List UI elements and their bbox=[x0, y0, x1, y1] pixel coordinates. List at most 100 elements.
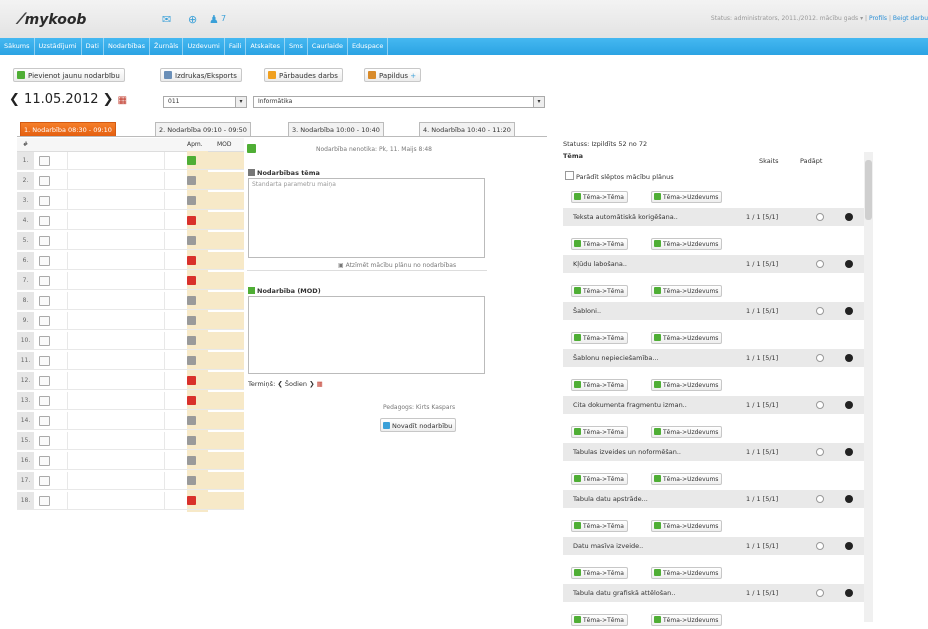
nav-item-uzstadijumi[interactable]: Uzstādījumi bbox=[35, 38, 82, 55]
attendance-icon[interactable] bbox=[187, 336, 196, 345]
mail-icon[interactable]: ✉ bbox=[162, 13, 171, 26]
attendance-icon[interactable] bbox=[187, 496, 196, 505]
edit-icon[interactable] bbox=[39, 396, 50, 406]
mod-cell[interactable] bbox=[207, 212, 244, 229]
subject-select[interactable]: Informātika ▾ bbox=[253, 96, 545, 108]
topic-to-task-button[interactable]: Tēma->Uzdevums bbox=[651, 191, 723, 203]
edit-icon[interactable] bbox=[39, 276, 50, 286]
edit-icon[interactable] bbox=[39, 316, 50, 326]
mod-cell[interactable] bbox=[207, 392, 244, 409]
edit-icon[interactable] bbox=[39, 216, 50, 226]
mod-cell[interactable] bbox=[207, 232, 244, 249]
attendance-icon[interactable] bbox=[187, 276, 196, 285]
remove-icon[interactable] bbox=[845, 213, 853, 221]
attendance-icon[interactable] bbox=[187, 456, 196, 465]
student-name-cell[interactable] bbox=[67, 392, 165, 409]
nav-item-sakums[interactable]: Sākums bbox=[0, 38, 35, 55]
topic-to-task-button[interactable]: Tēma->Uzdevums bbox=[651, 238, 723, 250]
topic-to-topic-button[interactable]: Tēma->Tēma bbox=[571, 191, 628, 203]
remove-icon[interactable] bbox=[845, 448, 853, 456]
next-icon[interactable]: ❯ bbox=[309, 380, 314, 388]
topic-name[interactable]: Teksta automātiskā korigēšana.. bbox=[573, 213, 678, 221]
topic-name[interactable]: Datu masīva izveide.. bbox=[573, 542, 643, 550]
student-name-cell[interactable] bbox=[67, 172, 165, 189]
nav-item-atskaites[interactable]: Atskaites bbox=[246, 38, 286, 55]
attendance-icon[interactable] bbox=[187, 476, 196, 485]
attendance-icon[interactable] bbox=[187, 236, 196, 245]
topic-name[interactable]: Tabula datu apstrāde... bbox=[573, 495, 648, 503]
extra-button[interactable]: Papildus + bbox=[364, 68, 422, 82]
edit-icon[interactable] bbox=[39, 296, 50, 306]
save-lesson-button[interactable]: Novadīt nodarbību bbox=[380, 418, 457, 432]
mod-cell[interactable] bbox=[207, 372, 244, 389]
tab-lesson-4[interactable]: 4. Nodarbība 10:40 - 11:20 bbox=[419, 122, 515, 136]
nav-item-faili[interactable]: Faili bbox=[225, 38, 247, 55]
student-name-cell[interactable] bbox=[67, 152, 165, 169]
class-select[interactable]: 011 ▾ bbox=[163, 96, 247, 108]
status-text[interactable]: Status: administrators, 2011./2012. mācī… bbox=[711, 15, 858, 22]
attendance-icon[interactable] bbox=[187, 176, 196, 185]
remove-icon[interactable] bbox=[845, 354, 853, 362]
pad-radio[interactable] bbox=[816, 307, 824, 315]
topic-to-task-button[interactable]: Tēma->Uzdevums bbox=[651, 332, 723, 344]
add-icon[interactable] bbox=[247, 144, 256, 153]
student-name-cell[interactable] bbox=[67, 412, 165, 429]
attendance-icon[interactable] bbox=[187, 156, 196, 165]
topic-name[interactable]: Kļūdu labošana.. bbox=[573, 260, 627, 268]
topic-to-task-button[interactable]: Tēma->Uzdevums bbox=[651, 426, 723, 438]
topic-to-task-button[interactable]: Tēma->Uzdevums bbox=[651, 567, 723, 579]
mod-cell[interactable] bbox=[207, 172, 244, 189]
print-export-button[interactable]: Izdrukas/Eksports bbox=[160, 68, 242, 82]
test-button[interactable]: Pārbaudes darbs bbox=[264, 68, 343, 82]
edit-icon[interactable] bbox=[39, 336, 50, 346]
tab-lesson-2[interactable]: 2. Nodarbība 09:10 - 09:50 bbox=[155, 122, 251, 136]
logout-link[interactable]: Beigt darbu bbox=[893, 15, 928, 22]
nav-item-dati[interactable]: Dati bbox=[82, 38, 104, 55]
mod-cell[interactable] bbox=[207, 152, 244, 169]
topic-to-task-button[interactable]: Tēma->Uzdevums bbox=[651, 473, 723, 485]
edit-icon[interactable] bbox=[39, 176, 50, 186]
topic-to-topic-button[interactable]: Tēma->Tēma bbox=[571, 285, 628, 297]
student-name-cell[interactable] bbox=[67, 332, 165, 349]
topic-to-topic-button[interactable]: Tēma->Tēma bbox=[571, 332, 628, 344]
mod-cell[interactable] bbox=[207, 272, 244, 289]
topic-name[interactable]: Tabula datu grafiskā attēlošan.. bbox=[573, 589, 675, 597]
edit-icon[interactable] bbox=[39, 456, 50, 466]
remove-icon[interactable] bbox=[845, 589, 853, 597]
student-name-cell[interactable] bbox=[67, 312, 165, 329]
select-from-plan-link[interactable]: ▣ Atzīmēt mācību plānu no nodarbības bbox=[338, 262, 456, 269]
pad-radio[interactable] bbox=[816, 589, 824, 597]
topic-to-topic-button[interactable]: Tēma->Tēma bbox=[571, 426, 628, 438]
mod-cell[interactable] bbox=[207, 192, 244, 209]
topic-name[interactable]: Tabulas izveides un noformēšan.. bbox=[573, 448, 681, 456]
student-name-cell[interactable] bbox=[67, 472, 165, 489]
topic-to-task-button[interactable]: Tēma->Uzdevums bbox=[651, 520, 723, 532]
remove-icon[interactable] bbox=[845, 542, 853, 550]
attendance-icon[interactable] bbox=[187, 436, 196, 445]
pad-radio[interactable] bbox=[816, 401, 824, 409]
topic-to-topic-button[interactable]: Tēma->Tēma bbox=[571, 614, 628, 626]
edit-icon[interactable] bbox=[39, 236, 50, 246]
topic-name[interactable]: Šabloni.. bbox=[573, 307, 601, 315]
mod-cell[interactable] bbox=[207, 412, 244, 429]
edit-icon[interactable] bbox=[39, 476, 50, 486]
mod-cell[interactable] bbox=[207, 352, 244, 369]
calendar-icon[interactable]: ▦ bbox=[317, 380, 323, 388]
student-name-cell[interactable] bbox=[67, 252, 165, 269]
edit-icon[interactable] bbox=[39, 156, 50, 166]
student-name-cell[interactable] bbox=[67, 432, 165, 449]
attendance-icon[interactable] bbox=[187, 196, 196, 205]
topic-to-task-button[interactable]: Tēma->Uzdevums bbox=[651, 285, 723, 297]
mod-cell[interactable] bbox=[207, 452, 244, 469]
student-name-cell[interactable] bbox=[67, 452, 165, 469]
edit-icon[interactable] bbox=[39, 496, 50, 506]
mod-cell[interactable] bbox=[207, 432, 244, 449]
tab-lesson-1[interactable]: 1. Nodarbība 08:30 - 09:10 bbox=[20, 122, 116, 136]
edit-icon[interactable] bbox=[39, 256, 50, 266]
show-hidden-checkbox[interactable]: Parādīt slēptos mācību plānus bbox=[565, 171, 674, 181]
edit-icon[interactable] bbox=[39, 196, 50, 206]
topic-to-topic-button[interactable]: Tēma->Tēma bbox=[571, 379, 628, 391]
pad-radio[interactable] bbox=[816, 542, 824, 550]
notification-count[interactable]: 7 bbox=[221, 14, 226, 23]
remove-icon[interactable] bbox=[845, 495, 853, 503]
